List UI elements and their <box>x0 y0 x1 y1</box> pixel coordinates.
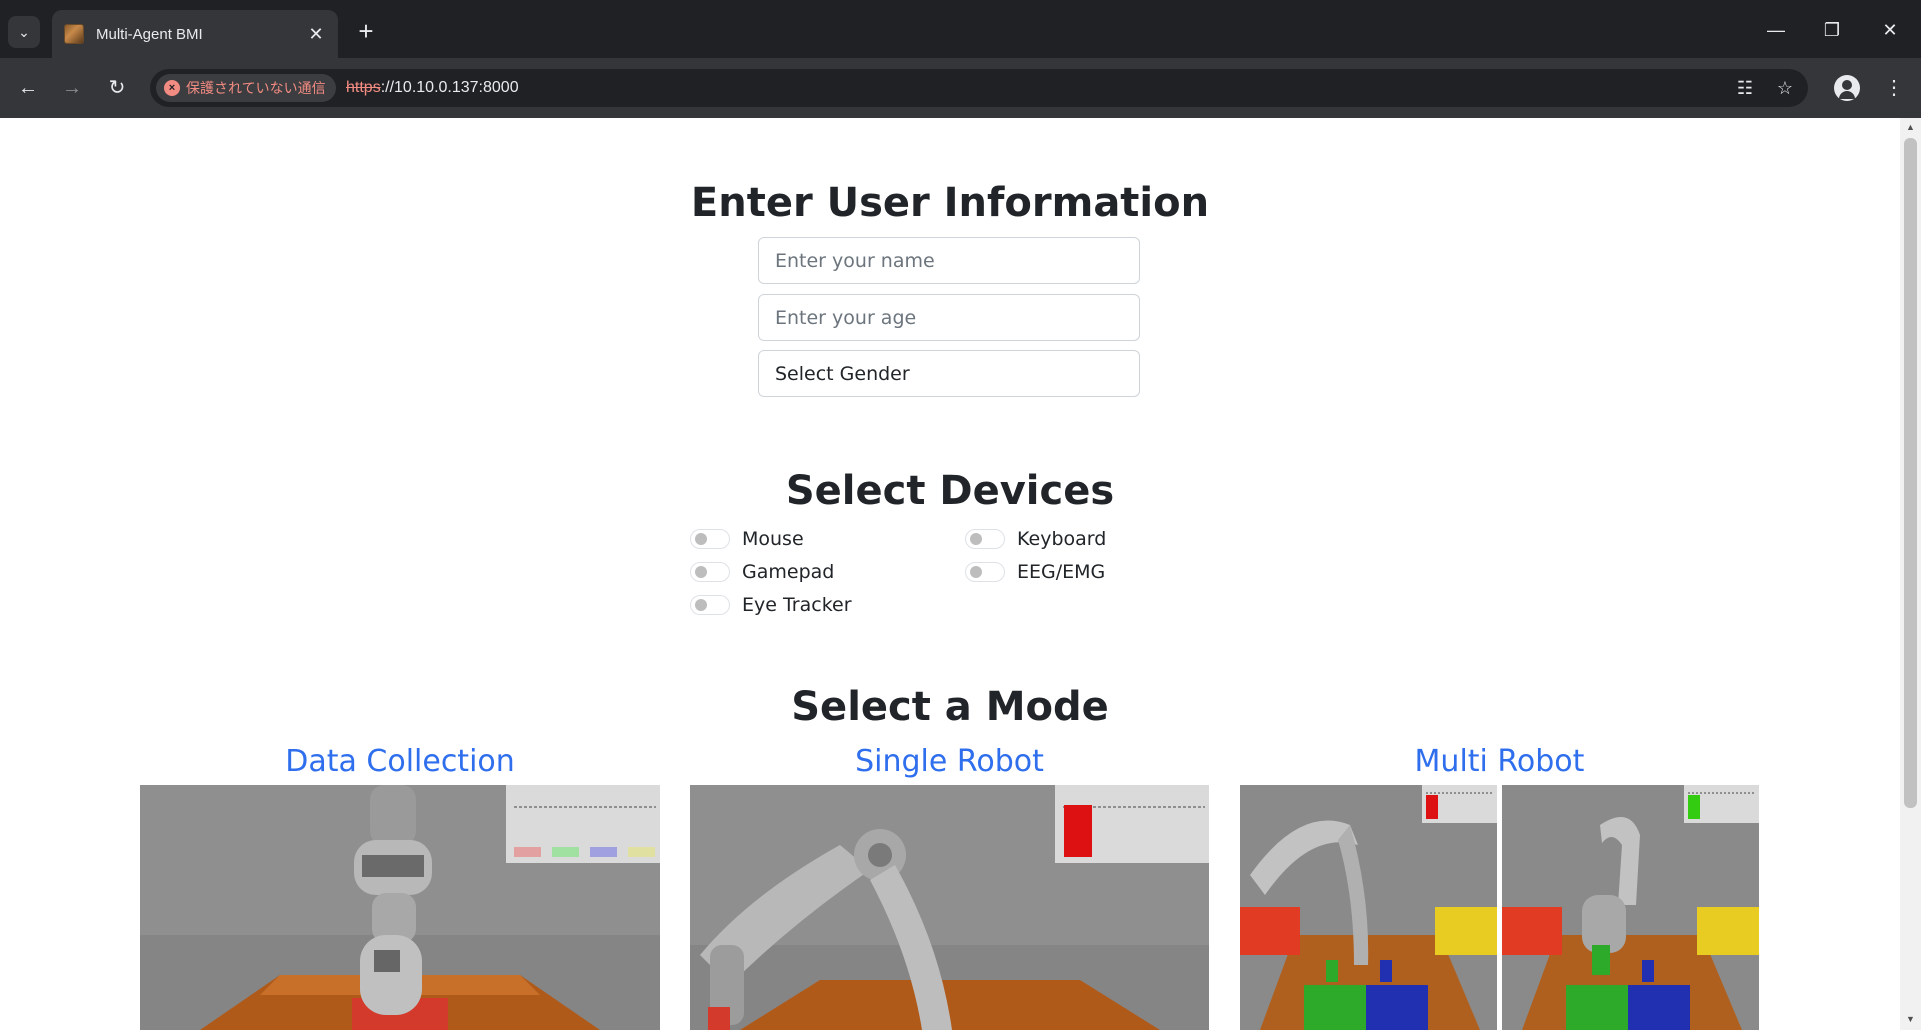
browser-titlebar: ⌄ Multi-Agent BMI ✕ + — ❐ ✕ <box>0 0 1921 58</box>
device-label: Mouse <box>742 528 804 550</box>
multi-robot-right-view <box>1502 785 1759 1030</box>
mode-image-multi-robot[interactable] <box>1240 785 1759 1030</box>
browser-toolbar: ← → ↻ × 保護されていない通信 https://10.10.0.137:8… <box>0 58 1921 118</box>
translate-icon[interactable]: ☷ <box>1734 78 1756 99</box>
eye-tracker-toggle[interactable] <box>690 595 730 615</box>
device-label: Keyboard <box>1017 528 1107 550</box>
name-input[interactable]: Enter your name <box>758 237 1140 284</box>
minimize-icon[interactable]: — <box>1766 20 1786 41</box>
tab-favicon-icon <box>64 24 84 44</box>
new-tab-plus-icon[interactable]: + <box>352 18 380 44</box>
scroll-down-arrow-icon[interactable]: ▼ <box>1905 1014 1916 1024</box>
device-eeg-emg[interactable]: EEG/EMG <box>965 561 1105 583</box>
address-bar[interactable]: × 保護されていない通信 https://10.10.0.137:8000 ☷ … <box>150 69 1808 107</box>
age-input[interactable]: Enter your age <box>758 294 1140 341</box>
device-gamepad[interactable]: Gamepad <box>690 561 834 583</box>
multi-robot-scene <box>1240 785 1759 1030</box>
device-mouse[interactable]: Mouse <box>690 528 804 550</box>
scroll-up-arrow-icon[interactable]: ▲ <box>1905 122 1916 132</box>
device-label: EEG/EMG <box>1017 561 1106 583</box>
site-security-chip[interactable]: × 保護されていない通信 <box>156 74 336 102</box>
insecure-warning-icon: × <box>164 80 180 96</box>
gamepad-toggle[interactable] <box>690 562 730 582</box>
tab-close-icon[interactable]: ✕ <box>306 24 326 45</box>
profile-avatar-icon[interactable] <box>1834 75 1860 101</box>
restore-icon[interactable]: ❐ <box>1822 20 1842 41</box>
mode-link-multi-robot[interactable]: Multi Robot <box>1240 744 1759 779</box>
bookmark-star-icon[interactable]: ☆ <box>1774 78 1796 99</box>
mouse-toggle[interactable] <box>690 529 730 549</box>
window-close-icon[interactable]: ✕ <box>1880 20 1900 41</box>
kebab-menu-icon[interactable]: ⋮ <box>1880 74 1908 102</box>
security-label: 保護されていない通信 <box>186 80 326 96</box>
url-text[interactable]: https://10.10.0.137:8000 <box>346 79 519 97</box>
scrollbar-thumb[interactable] <box>1904 138 1917 808</box>
eeg-emg-toggle[interactable] <box>965 562 1005 582</box>
page-scrollbar[interactable]: ▲ ▼ <box>1900 118 1921 1030</box>
browser-tab[interactable]: Multi-Agent BMI ✕ <box>52 10 338 58</box>
data-collection-robot-scene <box>140 785 660 1030</box>
device-label: Gamepad <box>742 561 835 583</box>
mode-image-data-collection[interactable] <box>140 785 660 1030</box>
url-host: ://10.10.0.137:8000 <box>380 79 519 96</box>
tab-search-chevron-down-icon[interactable]: ⌄ <box>8 16 40 48</box>
device-label: Eye Tracker <box>742 594 852 616</box>
device-keyboard[interactable]: Keyboard <box>965 528 1106 550</box>
reload-icon[interactable]: ↻ <box>103 74 131 102</box>
multi-robot-left-view <box>1240 785 1497 1030</box>
devices-heading: Select Devices <box>785 468 1115 514</box>
device-eye-tracker[interactable]: Eye Tracker <box>690 594 852 616</box>
mode-image-single-robot[interactable] <box>690 785 1209 1030</box>
page-content: Enter User Information Enter your name E… <box>0 118 1900 1030</box>
tab-title: Multi-Agent BMI <box>96 25 203 43</box>
single-robot-scene <box>690 785 1209 1030</box>
url-scheme: https <box>346 79 381 96</box>
user-info-heading: Enter User Information <box>690 180 1210 226</box>
mode-heading: Select a Mode <box>791 684 1109 730</box>
mode-link-data-collection[interactable]: Data Collection <box>140 744 660 779</box>
mode-link-single-robot[interactable]: Single Robot <box>690 744 1209 779</box>
back-arrow-icon[interactable]: ← <box>14 74 42 102</box>
forward-arrow-icon[interactable]: → <box>58 74 86 102</box>
gender-select[interactable]: Select Gender <box>758 350 1140 397</box>
keyboard-toggle[interactable] <box>965 529 1005 549</box>
